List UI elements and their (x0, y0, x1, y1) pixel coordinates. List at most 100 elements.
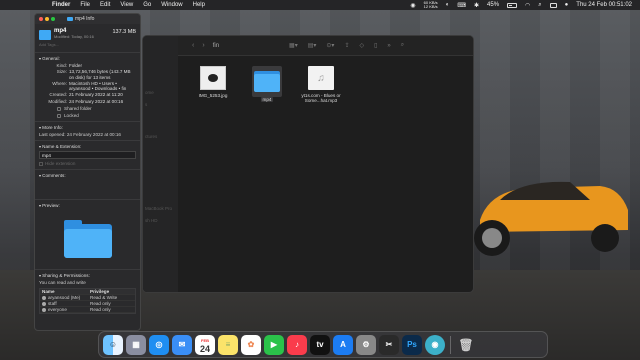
sidebar-item-home[interactable]: ome (145, 90, 154, 95)
menu-help[interactable]: Help (193, 2, 205, 8)
finder-window: ome s ctures MacBook Pro sh HD ‹ › fin ▦… (142, 35, 474, 293)
permissions-table: Name Privilege aryansood (Me) Read & Wri… (39, 288, 136, 315)
file-label: yt1s.com - Blues or Some...hat.mp3 (301, 93, 341, 104)
menu-edit[interactable]: Edit (100, 2, 110, 8)
finder-icon[interactable]: ☺ (103, 334, 123, 355)
menu-bar: Finder File Edit View Go Window Help ◉ 6… (0, 0, 640, 10)
table-row[interactable]: everyone Read only (40, 307, 135, 314)
calendar-icon[interactable]: FEB 24 (195, 334, 215, 355)
photoshop-icon[interactable]: Ps (402, 334, 422, 355)
forward-button[interactable]: › (202, 42, 204, 49)
folder-selection (252, 66, 282, 97)
file-item[interactable]: IMG_5253.jpg (193, 66, 233, 103)
appletv-icon[interactable]: tv (310, 334, 330, 355)
perm-name: aryansood (Me) (48, 295, 81, 301)
calendar-day: 24 (199, 343, 210, 354)
hide-extension-checkbox[interactable]: Hide extension (39, 161, 136, 166)
more-icon[interactable]: ⊙▾ (326, 42, 334, 49)
folder-preview-icon (63, 220, 112, 259)
perm-privilege[interactable]: Read only (90, 307, 133, 312)
sharing-heading[interactable]: Sharing & Permissions: (39, 273, 136, 278)
preview-heading[interactable]: Preview: (39, 203, 136, 208)
mail-icon[interactable]: ✉ (172, 334, 192, 355)
battery-percent[interactable]: 45% (487, 2, 499, 8)
network-speed[interactable]: 60 KB/s 12 KB/s (424, 1, 438, 9)
menu-window[interactable]: Window (161, 2, 182, 8)
sidebar-item-pictures[interactable]: ctures (145, 134, 157, 139)
file-item[interactable]: mp4 (247, 66, 287, 103)
finalcut-icon[interactable]: ✂ (379, 334, 399, 355)
share-icon[interactable]: ⇪ (344, 42, 349, 49)
info-title-text: mp4 Info (75, 16, 95, 22)
siri-icon[interactable]: ● (565, 2, 569, 8)
menu-view[interactable]: View (120, 2, 133, 8)
wifi-icon[interactable]: ◠ (525, 2, 530, 9)
finder-title: fin (212, 42, 220, 49)
network-icon[interactable]: ◉ (425, 334, 445, 355)
name-field[interactable]: mp4 (39, 151, 136, 160)
menu-file[interactable]: File (80, 2, 90, 8)
info-title: mp4 Info (67, 16, 94, 22)
sidebar-item-disk[interactable]: sh HD (145, 218, 158, 223)
delete-icon[interactable]: ▯ (374, 42, 377, 49)
locked-checkbox[interactable]: Locked (57, 113, 136, 118)
info-header: mp4 Modified: Today, 00:16 137.3 MB (35, 24, 140, 42)
settings-icon[interactable]: ⚙ (356, 334, 376, 355)
modified-value: 24 February 2022 at 00:16 (69, 98, 124, 104)
facetime-icon[interactable]: ▶ (264, 334, 284, 355)
trash-icon[interactable]: 🗑 (456, 335, 476, 355)
notes-icon[interactable]: ≡ (218, 334, 238, 355)
info-titlebar: mp4 Info (35, 14, 140, 24)
bluetooth-icon[interactable]: ✱ (474, 2, 479, 9)
search-icon[interactable]: ⌕ (538, 2, 541, 9)
appstore-icon[interactable]: A (333, 334, 353, 355)
size-value: 13,72,56,746 bytes (143.7 MB on disk) fo… (69, 69, 131, 80)
file-label: mp4 (260, 97, 274, 103)
back-button[interactable]: ‹ (192, 42, 194, 49)
perm-privilege[interactable]: Read & Write (90, 295, 133, 300)
general-heading[interactable]: General: (39, 56, 136, 61)
record-icon[interactable]: ◉ (410, 2, 415, 9)
user-icon (42, 295, 46, 300)
menu-go[interactable]: Go (143, 2, 151, 8)
clock-datetime[interactable]: Thu 24 Feb 00:51:02 (576, 2, 632, 8)
overflow-icon[interactable]: » (387, 43, 390, 49)
info-window: mp4 Info mp4 Modified: Today, 00:16 137.… (34, 13, 141, 331)
zoom-button[interactable] (51, 17, 55, 21)
search-icon[interactable]: ⌕ (401, 42, 404, 49)
control-center-icon[interactable] (549, 2, 557, 8)
launchpad-icon[interactable]: ▦ (126, 334, 146, 355)
photos-icon[interactable]: ✿ (241, 334, 261, 355)
gauge-icon[interactable]: ◐ (446, 2, 450, 8)
close-button[interactable] (39, 17, 43, 21)
menu-app-finder[interactable]: Finder (52, 2, 70, 8)
tag-icon[interactable]: ◇ (359, 42, 364, 49)
sidebar-item-macbook[interactable]: MacBook Pro (145, 206, 172, 211)
shared-folder-checkbox[interactable]: Shared folder (57, 106, 136, 111)
more-info-heading[interactable]: More Info: (39, 125, 136, 130)
minimize-button[interactable] (45, 17, 49, 21)
music-icon[interactable]: ♪ (287, 334, 307, 355)
finder-sidebar: ome s ctures MacBook Pro sh HD (143, 36, 178, 292)
safari-icon[interactable]: ◎ (149, 334, 169, 355)
perm-privilege[interactable]: Read only (90, 301, 133, 306)
tags-field[interactable]: Add Tags... (35, 42, 140, 47)
folder-icon (67, 17, 73, 21)
locked-label: Locked (64, 113, 79, 119)
dock: ☺ ▦ ◎ ✉ FEB 24 ≡ ✿ ▶ ♪ tv A ⚙ ✂ Ps ◉ 🗑 (98, 331, 548, 358)
comments-field[interactable] (39, 180, 136, 196)
comments-heading[interactable]: Comments: (39, 173, 136, 178)
group-icon[interactable]: ▤▾ (308, 42, 317, 49)
hide-extension-label: Hide extension (45, 161, 76, 167)
name-ext-heading[interactable]: Name & Extension: (39, 144, 136, 149)
col-name: Name (42, 289, 55, 295)
view-grid-icon[interactable]: ▦▾ (289, 42, 298, 49)
file-item[interactable]: ♫ yt1s.com - Blues or Some...hat.mp3 (301, 66, 341, 103)
sidebar-item-documents[interactable]: s (145, 102, 147, 107)
keyboard-icon[interactable]: ⌨ (457, 2, 466, 9)
sharing-section: Sharing & Permissions: You can read and … (35, 269, 140, 317)
general-section: General: Kind:Folder Size:13,72,56,746 b… (35, 52, 140, 121)
more-info-section: More Info: Last opened: 24 February 2022… (35, 121, 140, 140)
group-icon (42, 307, 46, 312)
battery-icon[interactable] (507, 2, 518, 8)
